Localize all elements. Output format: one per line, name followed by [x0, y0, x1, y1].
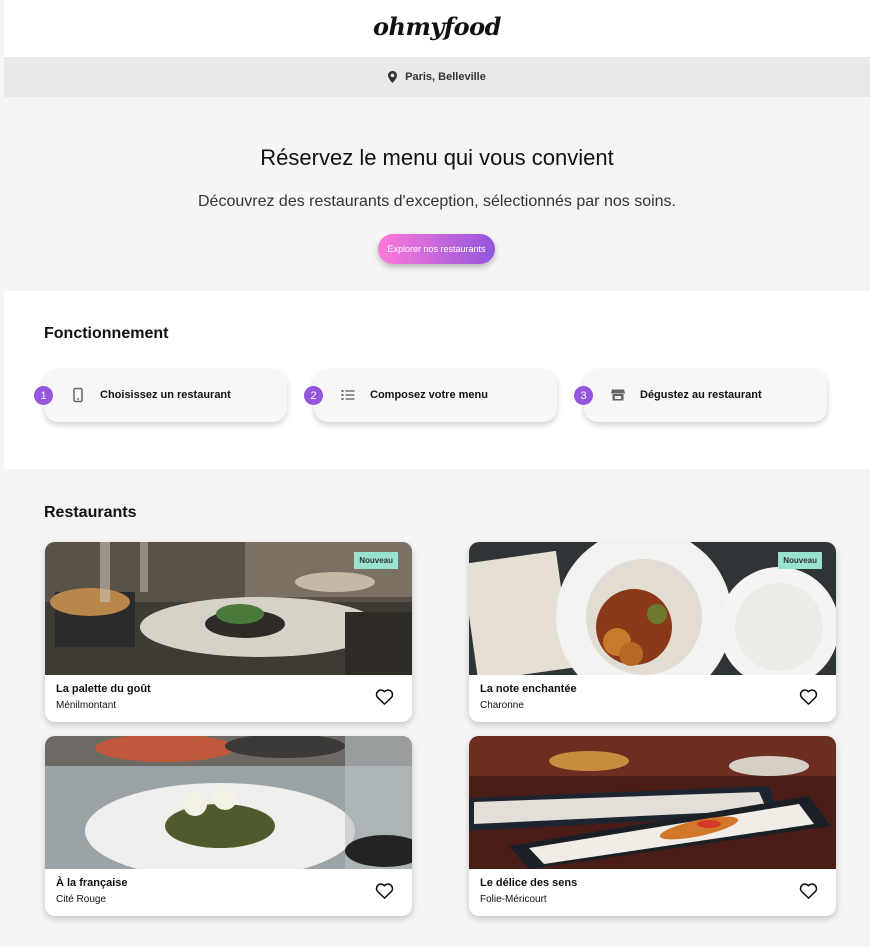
restaurant-location: Charonne	[480, 700, 524, 711]
restaurant-location: Ménilmontant	[56, 700, 117, 711]
restaurant-card[interactable]: Nouveau La note enchantée Charonne	[469, 542, 836, 722]
restaurant-card[interactable]: Le délice des sens Folie-Méricourt	[469, 736, 836, 916]
restaurant-location: Folie-Méricourt	[480, 894, 547, 905]
step-label: Composez votre menu	[370, 389, 488, 401]
hero-section: Réservez le menu qui vous convient Décou…	[4, 97, 870, 291]
step-number: 2	[304, 386, 323, 405]
step-number: 3	[574, 386, 593, 405]
new-badge: Nouveau	[778, 552, 822, 569]
restaurant-card[interactable]: À la française Cité Rouge	[45, 736, 412, 916]
hero-subtitle: Découvrez des restaurants d'exception, s…	[198, 193, 676, 210]
restaurant-photo	[45, 736, 412, 869]
site-header: ohmyfood	[4, 0, 870, 57]
location-bar: Paris, Belleville	[4, 57, 870, 97]
logo[interactable]: ohmyfood	[373, 12, 501, 41]
location-pin-icon	[388, 71, 398, 83]
restaurant-name: La palette du goût	[56, 683, 151, 695]
step-card-3: 3 Dégustez au restaurant	[574, 369, 827, 422]
step-card-1: 1 Choisissez un restaurant	[34, 369, 287, 422]
restaurant-name: La note enchantée	[480, 683, 577, 695]
restaurants-title: Restaurants	[44, 504, 137, 521]
heart-icon[interactable]	[799, 882, 818, 900]
new-badge: Nouveau	[354, 552, 398, 569]
how-it-works-section: Fonctionnement 1 Choisissez un restauran…	[4, 291, 870, 469]
heart-icon[interactable]	[375, 882, 394, 900]
step-label: Dégustez au restaurant	[640, 389, 762, 401]
location-text: Paris, Belleville	[405, 71, 486, 83]
heart-icon[interactable]	[375, 688, 394, 706]
restaurant-card[interactable]: Nouveau La palette du goût Ménilmontant	[45, 542, 412, 722]
restaurant-name: Le délice des sens	[480, 877, 578, 889]
list-icon	[341, 390, 355, 400]
step-label: Choisissez un restaurant	[100, 389, 231, 401]
step-card-2: 2 Composez votre menu	[304, 369, 557, 422]
heart-icon[interactable]	[799, 688, 818, 706]
explore-restaurants-button[interactable]: Explorer nos restaurants	[378, 234, 495, 264]
hero-title: Réservez le menu qui vous convient	[260, 145, 614, 170]
restaurants-section: Restaurants Nouveau La palette du goût M…	[4, 469, 870, 947]
phone-icon	[73, 387, 83, 403]
restaurant-photo	[469, 736, 836, 869]
how-title: Fonctionnement	[44, 325, 169, 342]
step-number: 1	[34, 386, 53, 405]
restaurant-location: Cité Rouge	[56, 894, 107, 905]
restaurant-name: À la française	[56, 877, 128, 889]
store-icon	[611, 389, 625, 401]
